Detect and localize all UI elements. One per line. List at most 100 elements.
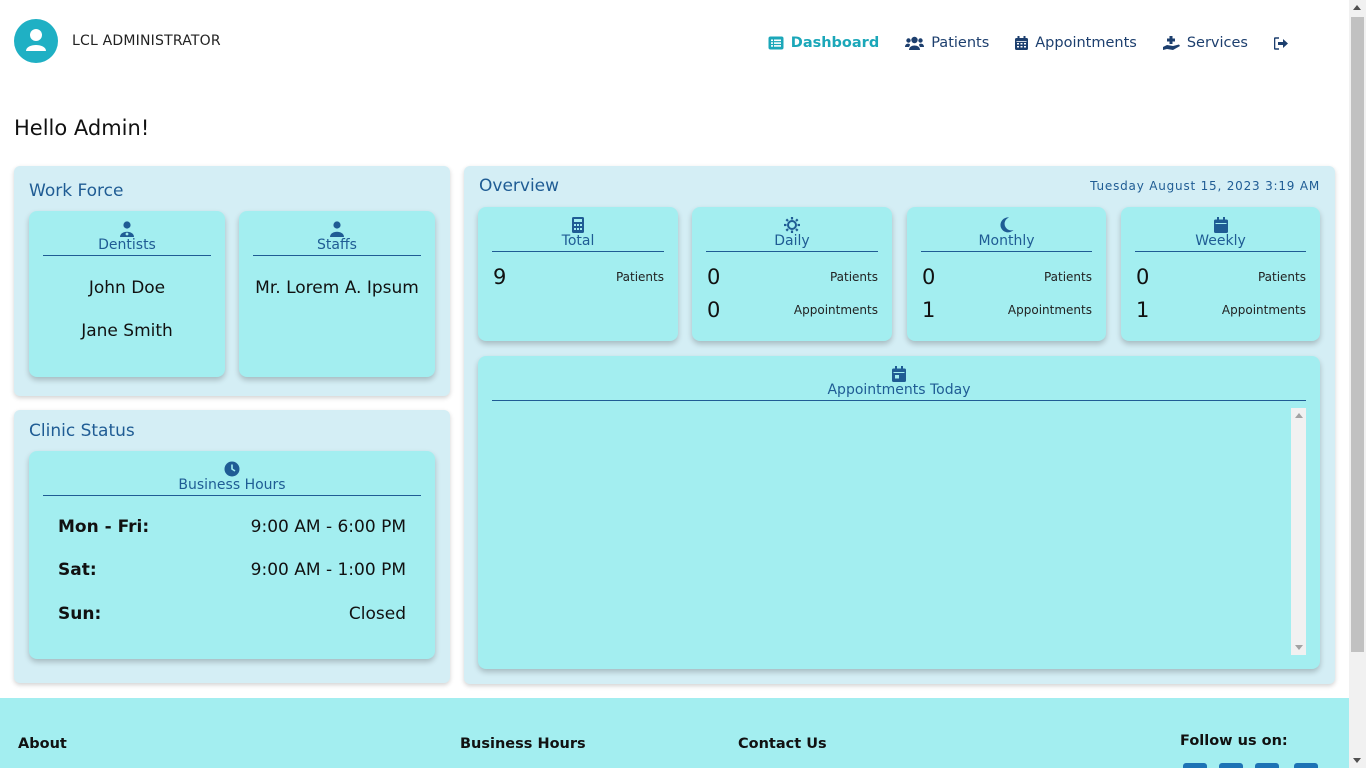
hours-row: Sun: Closed bbox=[58, 604, 406, 624]
stat-card-header: Monthly bbox=[921, 217, 1092, 252]
hours-time: Closed bbox=[348, 604, 406, 624]
calendar-icon bbox=[1015, 36, 1029, 50]
staffs-card: Staffs Mr. Lorem A. Ipsum bbox=[239, 211, 435, 377]
list-icon bbox=[768, 36, 784, 50]
business-hours-header: Business Hours bbox=[43, 461, 421, 496]
page: LCL ADMINISTRATOR Dashboard Patients App… bbox=[0, 0, 1349, 768]
twitter-icon[interactable] bbox=[1219, 763, 1243, 768]
footer-business-hours-heading: Business Hours bbox=[460, 736, 586, 752]
hours-row: Sat: 9:00 AM - 1:00 PM bbox=[58, 560, 406, 580]
stat-card-header: Daily bbox=[706, 217, 878, 252]
nav-dashboard[interactable]: Dashboard bbox=[768, 35, 879, 51]
stat-card-title: Daily bbox=[774, 233, 810, 249]
scroll-up-icon[interactable] bbox=[1295, 413, 1303, 418]
nav-patients-label: Patients bbox=[931, 35, 990, 51]
stat-patients-value: 9 bbox=[493, 265, 507, 289]
linkedin-icon[interactable] bbox=[1294, 763, 1318, 768]
page-scrollbar[interactable] bbox=[1349, 0, 1366, 768]
stat-appointments-value: 0 bbox=[707, 298, 721, 322]
brand-name: LCL ADMINISTRATOR bbox=[72, 33, 221, 49]
hours-day: Sun: bbox=[58, 604, 102, 624]
user-icon bbox=[26, 29, 46, 51]
stat-card-title: Monthly bbox=[978, 233, 1035, 249]
stat-card-daily: Daily 0 Patients 0 Appointments bbox=[692, 207, 892, 341]
nav-appointments[interactable]: Appointments bbox=[1015, 35, 1137, 51]
calendar-icon bbox=[1213, 217, 1228, 233]
stat-card-header: Total bbox=[492, 217, 664, 252]
stat-patients-label: Patients bbox=[1043, 270, 1092, 284]
nav-appointments-label: Appointments bbox=[1035, 35, 1137, 51]
stat-patients-label: Patients bbox=[1257, 270, 1306, 284]
stat-card-title: Total bbox=[561, 233, 595, 249]
stat-card-weekly: Weekly 0 Patients 1 Appointments bbox=[1121, 207, 1320, 341]
greeting: Hello Admin! bbox=[14, 116, 150, 140]
hours-day: Sat: bbox=[58, 560, 97, 580]
stat-patients-value: 0 bbox=[1136, 265, 1150, 289]
top-navbar: LCL ADMINISTRATOR Dashboard Patients App… bbox=[0, 0, 1349, 90]
workforce-title: Work Force bbox=[29, 181, 124, 201]
appointments-scrollbar[interactable] bbox=[1291, 408, 1306, 655]
clinic-status-panel: Clinic Status Business Hours Mon - Fri: … bbox=[14, 410, 450, 683]
avatar[interactable] bbox=[14, 19, 58, 63]
business-hours-title: Business Hours bbox=[178, 477, 286, 493]
stat-appointments-label: Appointments bbox=[1221, 303, 1306, 317]
nav-logout[interactable] bbox=[1274, 36, 1289, 50]
staffs-card-header: Staffs bbox=[253, 221, 421, 256]
nav-patients[interactable]: Patients bbox=[905, 35, 989, 51]
staff-name: Mr. Lorem A. Ipsum bbox=[255, 278, 419, 298]
instagram-icon[interactable] bbox=[1255, 763, 1279, 768]
dentists-card: Dentists John Doe Jane Smith bbox=[29, 211, 225, 377]
nav-dashboard-label: Dashboard bbox=[790, 35, 880, 51]
stat-patients-label: Patients bbox=[615, 270, 664, 284]
stat-patients-label: Patients bbox=[829, 270, 878, 284]
scroll-down-icon[interactable] bbox=[1295, 645, 1303, 650]
appointments-today-card: Appointments Today bbox=[478, 356, 1320, 669]
current-datetime: Tuesday August 15, 2023 3:19 AM bbox=[1090, 179, 1320, 193]
stat-card-monthly: Monthly 0 Patients 1 Appointments bbox=[907, 207, 1106, 341]
footer-follow-heading: Follow us on: bbox=[1180, 733, 1288, 749]
dentists-card-header: Dentists bbox=[43, 221, 211, 256]
calculator-icon bbox=[572, 217, 584, 233]
stat-card-header: Weekly bbox=[1135, 217, 1306, 252]
scroll-down-icon[interactable] bbox=[1353, 758, 1361, 763]
nav-services[interactable]: Services bbox=[1162, 35, 1248, 51]
appointments-today-header: Appointments Today bbox=[492, 366, 1306, 401]
calendar-day-icon bbox=[892, 366, 906, 382]
stat-appointments-label: Appointments bbox=[793, 303, 878, 317]
stat-patients-value: 0 bbox=[707, 265, 721, 289]
stat-appointments-value: 1 bbox=[1136, 298, 1150, 322]
nav-services-label: Services bbox=[1186, 35, 1248, 51]
user-icon bbox=[330, 221, 344, 237]
user-doctor-icon bbox=[120, 221, 134, 237]
dentists-title: Dentists bbox=[98, 237, 156, 253]
scroll-up-icon[interactable] bbox=[1353, 5, 1361, 10]
stat-card-title: Weekly bbox=[1195, 233, 1246, 249]
dentist-name: Jane Smith bbox=[81, 321, 173, 341]
dentist-name: John Doe bbox=[88, 278, 166, 298]
main-nav: Dashboard Patients Appointments Services bbox=[768, 35, 1289, 51]
workforce-panel: Work Force Dentists John Doe Jane Smith … bbox=[14, 166, 450, 396]
hours-day: Mon - Fri: bbox=[58, 517, 150, 537]
scrollbar-thumb[interactable] bbox=[1351, 17, 1364, 652]
hours-time: 9:00 AM - 1:00 PM bbox=[250, 560, 406, 580]
facebook-icon[interactable] bbox=[1183, 763, 1207, 768]
stat-appointments-value: 1 bbox=[922, 298, 936, 322]
clinic-status-title: Clinic Status bbox=[29, 421, 135, 441]
stat-patients-value: 0 bbox=[922, 265, 936, 289]
footer: About Business Hours Contact Us Follow u… bbox=[0, 698, 1349, 768]
appointments-list[interactable] bbox=[493, 408, 1306, 655]
sun-icon bbox=[784, 217, 800, 233]
clock-icon bbox=[224, 461, 240, 477]
footer-about-heading: About bbox=[18, 736, 67, 752]
appointments-today-title: Appointments Today bbox=[827, 382, 971, 398]
footer-contact-heading: Contact Us bbox=[738, 736, 827, 752]
overview-title: Overview bbox=[479, 176, 560, 196]
hours-row: Mon - Fri: 9:00 AM - 6:00 PM bbox=[58, 517, 406, 537]
business-hours-card: Business Hours Mon - Fri: 9:00 AM - 6:00… bbox=[29, 451, 435, 659]
moon-icon bbox=[999, 217, 1013, 233]
logout-icon bbox=[1274, 36, 1288, 50]
hand-holding-medical-icon bbox=[1162, 35, 1180, 50]
staffs-title: Staffs bbox=[317, 237, 357, 253]
stat-appointments-label: Appointments bbox=[1007, 303, 1092, 317]
overview-panel: Overview Tuesday August 15, 2023 3:19 AM… bbox=[464, 166, 1335, 684]
